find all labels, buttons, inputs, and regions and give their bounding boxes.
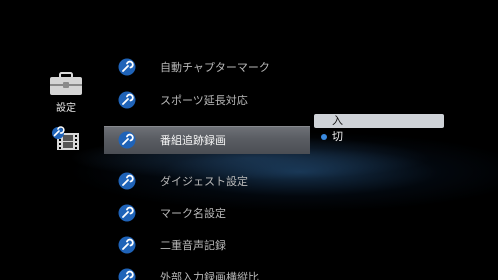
settings-screen: 設定 自動チャプターマーク スポーツ延長対応 番組追跡録画 ダイジェスト設定 マ… bbox=[0, 0, 498, 280]
option-label: 入 bbox=[332, 114, 343, 127]
menu-item-auto-chapter-mark[interactable]: 自動チャプターマーク bbox=[104, 53, 310, 81]
wrench-icon bbox=[118, 91, 136, 109]
wrench-icon bbox=[118, 268, 136, 280]
menu-item-label: ダイジェスト設定 bbox=[160, 175, 248, 188]
menu-item-label: 二重音声記録 bbox=[160, 239, 226, 252]
wrench-icon bbox=[118, 58, 136, 76]
current-selection-dot-icon bbox=[321, 134, 327, 140]
toolbox-icon bbox=[45, 72, 87, 96]
option-label: 切 bbox=[332, 130, 343, 143]
menu-item-label: 自動チャプターマーク bbox=[160, 61, 270, 74]
menu-item-label: 外部入力録画横縦比 bbox=[160, 271, 259, 280]
option-off[interactable]: 切 bbox=[314, 130, 444, 144]
wrench-icon bbox=[118, 236, 136, 254]
menu-item-label: マーク名設定 bbox=[160, 207, 226, 220]
wrench-icon bbox=[118, 172, 136, 190]
menu-item-dual-audio-recording[interactable]: 二重音声記録 bbox=[104, 231, 310, 259]
wrench-icon bbox=[118, 131, 136, 149]
category-settings-label: 設定 bbox=[56, 103, 76, 114]
menu-item-mark-name-settings[interactable]: マーク名設定 bbox=[104, 199, 310, 227]
category-settings[interactable]: 設定 bbox=[45, 72, 87, 114]
category-video[interactable] bbox=[45, 126, 87, 155]
menu-item-label: 番組追跡録画 bbox=[160, 134, 226, 147]
option-on[interactable]: 入 bbox=[314, 114, 444, 128]
menu-item-digest-settings[interactable]: ダイジェスト設定 bbox=[104, 167, 310, 195]
film-icon bbox=[45, 126, 87, 152]
menu-item-sports-extension[interactable]: スポーツ延長対応 bbox=[104, 86, 310, 114]
menu-item-label: スポーツ延長対応 bbox=[160, 94, 248, 107]
wrench-icon bbox=[118, 204, 136, 222]
menu-item-external-input-aspect-ratio[interactable]: 外部入力録画横縦比 bbox=[104, 263, 310, 280]
menu-item-program-tracking-recording[interactable]: 番組追跡録画 bbox=[104, 126, 310, 154]
